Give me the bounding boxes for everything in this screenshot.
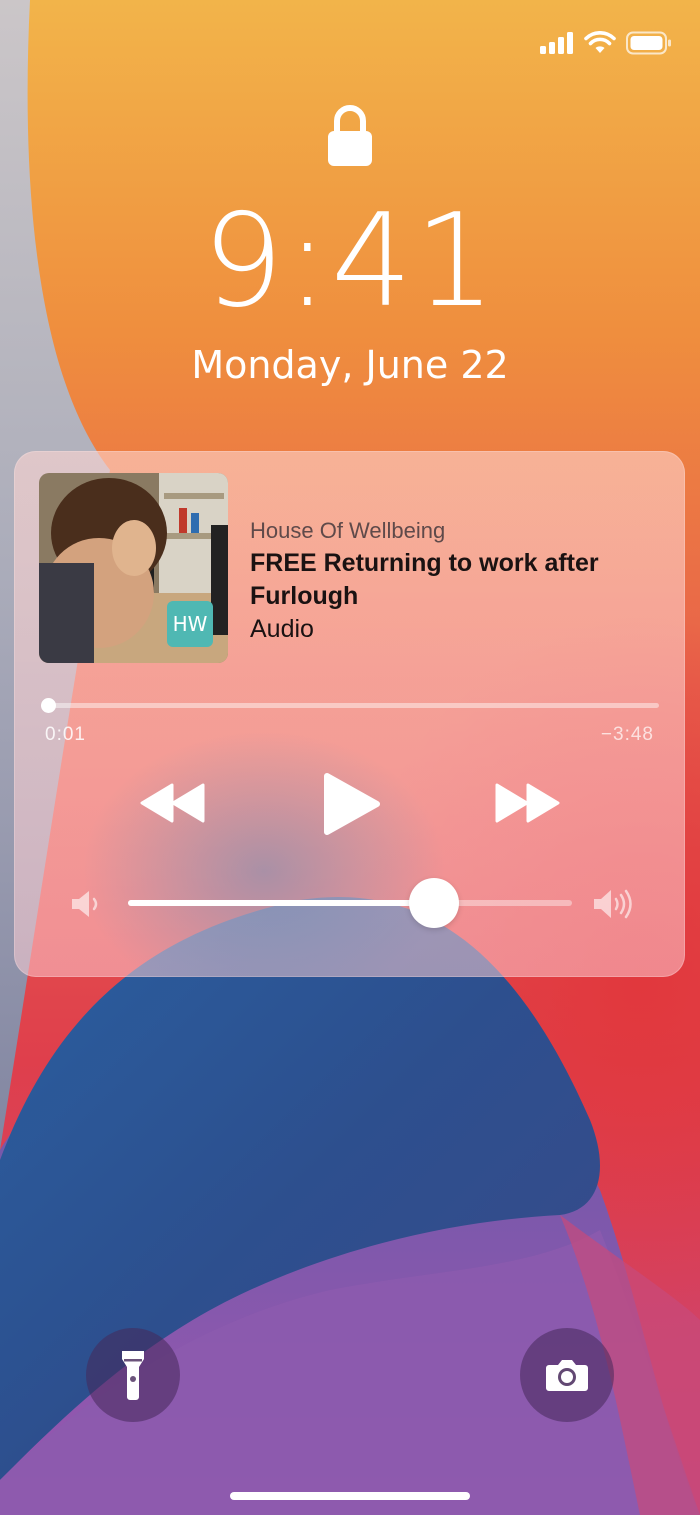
app-badge-logo: HW: [173, 612, 208, 636]
wifi-icon: [584, 31, 616, 53]
volume-slider[interactable]: [128, 878, 572, 928]
playback-scrubber-knob[interactable]: [41, 698, 57, 713]
status-bar: [540, 28, 672, 58]
clock-time: 9:41: [202, 187, 498, 336]
cellular-signal-icon: [540, 32, 573, 54]
playback-scrubber[interactable]: [41, 698, 659, 713]
clock-date: Monday, June 22: [191, 343, 509, 387]
speaker-high-icon: [594, 889, 632, 919]
volume-knob[interactable]: [409, 878, 460, 928]
album-artwork[interactable]: HW: [39, 473, 228, 663]
battery-icon: [626, 31, 671, 55]
lock-icon: [328, 105, 372, 166]
fast-forward-icon[interactable]: [494, 783, 560, 823]
now-playing-widget: HW House Of Wellbeing FREE Returning to …: [14, 451, 685, 977]
track-title: FREE Returning to work after Furlough: [250, 549, 599, 610]
flashlight-button[interactable]: [86, 1328, 180, 1422]
elapsed-time: 0:01: [45, 724, 86, 745]
remaining-time: −3:48: [600, 724, 654, 745]
lock-screen: 9:41 Monday, June 22 HW House Of Wellbei…: [0, 0, 700, 1515]
home-indicator[interactable]: [230, 1492, 470, 1500]
speaker-low-icon: [72, 891, 98, 917]
play-icon[interactable]: [323, 772, 381, 836]
camera-icon: [546, 1360, 588, 1391]
track-info[interactable]: House Of Wellbeing FREE Returning to wor…: [250, 517, 670, 645]
volume-fill: [128, 900, 435, 906]
flashlight-icon: [122, 1351, 144, 1400]
track-subtitle: Audio: [250, 615, 314, 643]
rewind-icon[interactable]: [140, 783, 206, 823]
camera-button[interactable]: [520, 1328, 614, 1422]
track-source: House Of Wellbeing: [250, 518, 446, 543]
